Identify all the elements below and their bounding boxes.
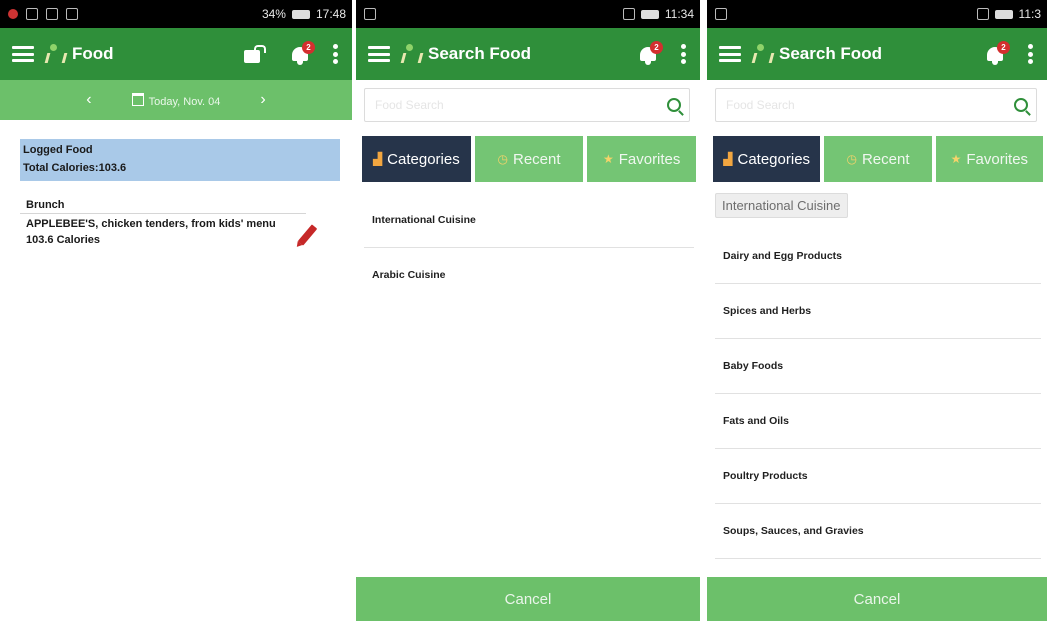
category-item[interactable]: Fats and Oils <box>715 394 1041 449</box>
status-bar: 34% 17:48 <box>0 0 352 28</box>
battery-icon <box>994 9 1013 19</box>
recent-icon: ◷ <box>497 152 508 166</box>
food-item-name[interactable]: APPLEBEE'S, chicken tenders, from kids' … <box>20 214 296 230</box>
notification-bell-icon[interactable]: 2 <box>985 41 1010 65</box>
notification-bell-icon[interactable]: 2 <box>290 41 315 65</box>
category-item[interactable]: Arabic Cuisine <box>364 248 694 302</box>
tab-recent[interactable]: ◷ Recent <box>474 136 584 182</box>
category-item[interactable]: Spices and Herbs <box>715 284 1041 339</box>
subcategory-list: Dairy and Egg Products Spices and Herbs … <box>715 229 1041 559</box>
food-search-box <box>364 88 690 122</box>
tab-categories[interactable]: ▟ Categories <box>713 136 821 182</box>
food-item-calories: 103.6 Calories <box>26 234 100 246</box>
signal-icon <box>622 8 635 20</box>
notification-icon <box>8 9 18 19</box>
favorites-icon: ★ <box>950 152 962 166</box>
search-input[interactable] <box>724 97 1014 113</box>
app-bar: Food 2 <box>0 28 352 80</box>
food-log-screen: 34% 17:48 Food 2 ‹ Today, Nov. 04 › Logg… <box>0 0 352 621</box>
app-logo <box>400 44 418 64</box>
menu-icon[interactable] <box>719 46 741 62</box>
category-item[interactable]: Soups, Sauces, and Gravies <box>715 504 1041 559</box>
app-logo <box>751 44 769 64</box>
notification-bell-icon[interactable]: 2 <box>638 41 663 65</box>
search-food-screen: 11:34 Search Food 2 ▟Categories ◷Recent … <box>356 0 700 621</box>
meal-entry: Brunch APPLEBEE'S, chicken tenders, from… <box>20 196 340 246</box>
menu-icon[interactable] <box>12 46 34 62</box>
signal-icon <box>976 8 989 20</box>
app-icon <box>26 8 38 20</box>
favorites-icon: ★ <box>602 152 614 166</box>
breadcrumb: International Cuisine <box>715 193 848 218</box>
cancel-button[interactable]: Cancel <box>707 577 1047 621</box>
page-title: Search Food <box>779 44 882 63</box>
meal-name: Brunch <box>20 196 306 214</box>
category-item[interactable]: International Cuisine <box>364 193 694 248</box>
tab-favorites[interactable]: ★ Favorites <box>587 136 697 182</box>
notification-badge: 2 <box>650 41 663 54</box>
more-options-icon[interactable] <box>680 44 686 64</box>
status-bar: 11:3 <box>707 0 1047 28</box>
status-time: 11:3 <box>1018 7 1041 21</box>
app-icon <box>66 8 78 20</box>
page-title: Search Food <box>428 44 531 63</box>
logged-food-header: Logged Food Total Calories:103.6 <box>20 139 340 181</box>
search-food-subcategory-screen: 11:3 Search Food 2 ▟Categories ◷Recent ★… <box>707 0 1047 621</box>
tab-bar: ▟ Categories ◷ Recent ★ Favorites <box>713 136 1043 182</box>
app-logo <box>44 44 62 64</box>
status-bar: 11:34 <box>356 0 700 28</box>
date-label[interactable]: Today, Nov. 04 <box>131 92 220 108</box>
battery-icon <box>291 9 310 19</box>
logged-food-title: Logged Food <box>23 144 93 156</box>
more-options-icon[interactable] <box>332 44 338 64</box>
battery-percent: 34% <box>261 7 286 21</box>
total-calories: Total Calories:103.6 <box>23 162 127 174</box>
sim-icon <box>364 8 376 20</box>
calendar-icon <box>131 92 144 106</box>
search-icon[interactable] <box>667 98 681 112</box>
tab-categories[interactable]: ▟ Categories <box>362 136 471 182</box>
food-search-box <box>715 88 1037 122</box>
categories-icon: ▟ <box>723 152 733 166</box>
search-input[interactable] <box>373 97 667 113</box>
tab-favorites[interactable]: ★ Favorites <box>935 136 1043 182</box>
search-icon[interactable] <box>1014 98 1028 112</box>
category-item[interactable]: Baby Foods <box>715 339 1041 394</box>
date-navigator: ‹ Today, Nov. 04 › <box>0 80 352 120</box>
previous-day-button[interactable]: ‹ <box>46 91 131 109</box>
more-options-icon[interactable] <box>1027 44 1033 64</box>
categories-icon: ▟ <box>372 152 383 166</box>
app-icon <box>46 8 58 20</box>
recent-icon: ◷ <box>846 152 857 166</box>
tab-recent[interactable]: ◷ Recent <box>824 136 932 182</box>
status-time: 11:34 <box>664 7 694 21</box>
category-list: International Cuisine Arabic Cuisine <box>364 193 694 302</box>
menu-icon[interactable] <box>368 46 390 62</box>
notification-badge: 2 <box>997 41 1010 54</box>
app-bar: Search Food 2 <box>707 28 1047 80</box>
sim-icon <box>715 8 727 20</box>
status-time: 17:48 <box>315 7 346 21</box>
category-item[interactable]: Poultry Products <box>715 449 1041 504</box>
category-item[interactable]: Dairy and Egg Products <box>715 229 1041 284</box>
next-day-button[interactable]: › <box>220 91 305 109</box>
selected-category-chip[interactable]: International Cuisine <box>715 193 848 218</box>
cancel-button[interactable]: Cancel <box>356 577 700 621</box>
app-bar: Search Food 2 <box>356 28 700 80</box>
battery-icon <box>640 9 659 19</box>
tab-bar: ▟ Categories ◷ Recent ★ Favorites <box>362 136 697 182</box>
page-title: Food <box>72 44 114 63</box>
notification-badge: 2 <box>302 41 315 54</box>
scale-icon[interactable] <box>244 45 266 63</box>
